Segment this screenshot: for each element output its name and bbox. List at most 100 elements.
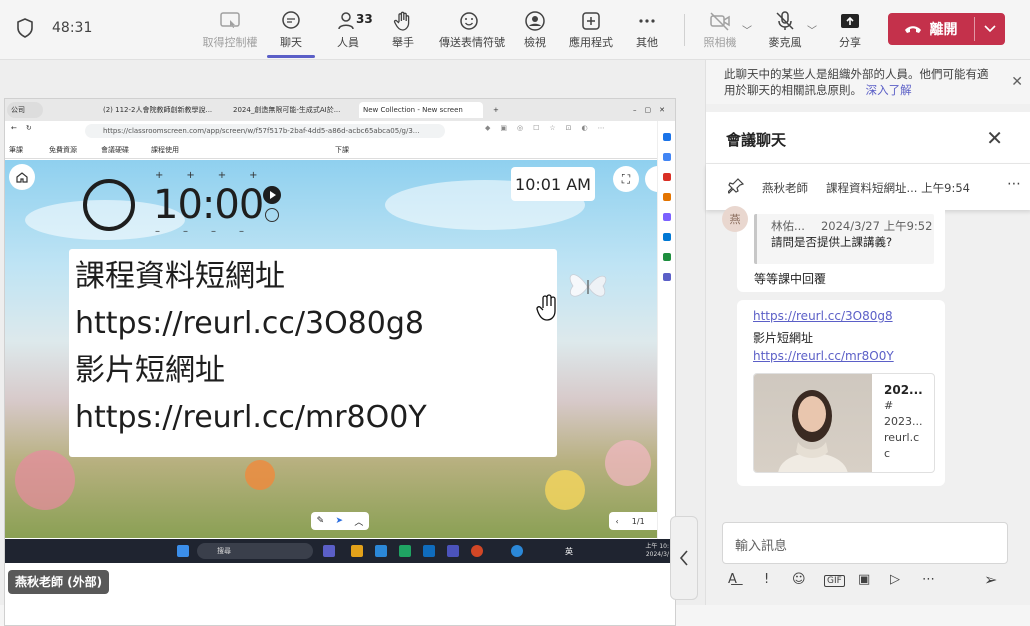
external-notice-banner: 此聊天中的某些人是組織外部的人員。他們可能有適用於聊天的相關訊息原則。 深入了解… xyxy=(706,60,1030,104)
close-chat-icon[interactable]: ✕ xyxy=(986,126,1003,150)
sticker-icon[interactable]: ▣ xyxy=(858,572,870,587)
folder-taskbar-icon[interactable] xyxy=(351,545,363,557)
mic-options-chevron-icon[interactable]: ﹀ xyxy=(807,22,817,37)
share-button[interactable]: 分享 xyxy=(820,8,880,54)
chat-button[interactable]: 聊天 xyxy=(261,8,321,58)
ellipsis-icon xyxy=(639,19,655,23)
view-button[interactable]: 檢視 xyxy=(505,8,565,54)
pinned-more-icon[interactable]: ⋯ xyxy=(1007,176,1021,192)
more-button[interactable]: 其他 xyxy=(617,8,677,54)
hand-cursor-icon xyxy=(536,294,556,321)
reactions-button[interactable]: 傳送表情符號 xyxy=(439,8,505,54)
bookmark-item[interactable]: 課程使用 xyxy=(151,145,179,155)
camera-button[interactable]: 照相機 xyxy=(690,8,750,54)
format-icon[interactable]: A͟ xyxy=(728,572,737,587)
browser-window: 公司 (2) 112-2人會院教師創新教學說... 2024_創造無限可能-生成… xyxy=(4,98,676,626)
collapse-panel-button[interactable] xyxy=(670,516,698,600)
bookmark-item[interactable]: 會議硬碟 xyxy=(101,145,129,155)
message-link[interactable]: https://reurl.cc/mr8O0Y xyxy=(753,349,894,363)
leave-options-chevron-icon[interactable] xyxy=(976,13,1004,45)
text-line: https://reurl.cc/mr8O0Y xyxy=(75,400,427,435)
chat-message-links[interactable]: https://reurl.cc/3O80g8 影片短網址 https://re… xyxy=(737,300,945,486)
teams-active-taskbar-icon[interactable] xyxy=(447,545,459,557)
new-tab-icon[interactable]: + xyxy=(489,102,503,118)
take-control-button[interactable]: 取得控制權 xyxy=(200,8,260,54)
avatar: 燕 xyxy=(722,206,748,232)
pinned-message[interactable]: 燕秋老師 課程資料短網址... 上午9:54 ⋯ xyxy=(706,164,1030,210)
browser-tab-active[interactable]: New Collection - New screen xyxy=(359,102,483,118)
raise-hand-button[interactable]: 舉手 xyxy=(373,8,433,54)
app-taskbar-icon[interactable] xyxy=(375,545,387,557)
home-button[interactable] xyxy=(9,164,35,190)
browser-tab[interactable]: (2) 112-2人會院教師創新教學說... xyxy=(99,102,223,118)
text-line: 課程資料短網址 xyxy=(75,259,285,294)
profile-tab[interactable]: 公司 xyxy=(7,102,43,118)
more-options-icon[interactable]: ⋯ xyxy=(922,572,935,587)
classroomscreen-page: ++++ 10:00 –––– 10:01 AM ⛶ ⋮ 課程資料短網址 htt… xyxy=(5,160,657,538)
leave-main[interactable]: 離開 xyxy=(888,13,973,45)
fullscreen-icon[interactable]: ⛶ xyxy=(613,166,639,192)
apps-button[interactable]: 應用程式 xyxy=(561,8,621,54)
text-widget: 課程資料短網址 https://reurl.cc/3O80g8 影片短網址 ht… xyxy=(69,249,557,457)
stop-icon[interactable] xyxy=(265,208,279,222)
toolbar-divider xyxy=(684,14,685,46)
onedrive-tray-icon[interactable] xyxy=(511,545,523,557)
chrome-taskbar-icon[interactable] xyxy=(471,545,483,557)
bookmark-item[interactable]: 免費資源 xyxy=(49,145,77,155)
loop-icon[interactable]: ▷ xyxy=(890,572,900,587)
mic-button[interactable]: 麥克風 xyxy=(755,8,815,54)
browser-tab-bar: 公司 (2) 112-2人會院教師創新教學說... 2024_創造無限可能-生成… xyxy=(5,99,675,121)
address-bar[interactable]: https://classroomscreen.com/app/screen/w… xyxy=(85,124,445,138)
text-line: https://reurl.cc/3O80g8 xyxy=(75,306,424,341)
clock-widget: 10:01 AM xyxy=(511,167,595,201)
people-button[interactable]: 33 人員 xyxy=(318,8,378,54)
more-vertical-icon[interactable]: ⋮ xyxy=(645,166,657,192)
add-app-icon xyxy=(582,12,600,30)
message-link[interactable]: https://reurl.cc/3O80g8 xyxy=(753,309,893,323)
hand-icon xyxy=(393,11,410,31)
draw-toolbar[interactable]: ✎ ➤ ︿ xyxy=(311,512,369,530)
start-icon[interactable] xyxy=(177,545,189,557)
compose-toolbar: A͟ ! ☺ GIF ▣ ▷ ⋯ ➢ xyxy=(722,570,1012,594)
learn-more-link[interactable]: 深入了解 xyxy=(866,83,912,97)
bookmark-item[interactable]: 筆課 xyxy=(9,145,23,155)
message-input[interactable]: 輸入訊息 xyxy=(722,522,1008,564)
input-language[interactable]: 英 xyxy=(565,546,573,557)
close-icon[interactable]: ✕ xyxy=(1011,74,1023,90)
important-icon[interactable]: ! xyxy=(764,572,769,587)
extension-icons[interactable]: ◆▣◎☐☆⊡◐⋯ xyxy=(485,124,615,132)
pen-icon[interactable]: ✎ xyxy=(317,516,325,526)
link-preview-card[interactable]: 202... # 2023... reurl.c c xyxy=(753,373,935,473)
gif-icon[interactable]: GIF xyxy=(824,575,845,587)
screen-control-icon xyxy=(220,12,240,28)
timer-increment-icons[interactable]: ++++ xyxy=(155,170,281,181)
camera-options-chevron-icon[interactable]: ﹀ xyxy=(742,22,752,37)
meeting-timer: 48:31 xyxy=(52,20,93,36)
leave-button[interactable]: 離開 xyxy=(888,13,1005,45)
emoji-icon[interactable]: ☺ xyxy=(792,572,806,587)
timer-decrement-icons[interactable]: –––– xyxy=(155,226,267,237)
meeting-toolbar: 48:31 取得控制權 聊天 33 人員 舉手 傳送表情符號 檢視 應用程式 其… xyxy=(0,0,1030,60)
pointer-icon[interactable]: ➤ xyxy=(335,516,343,526)
bookmarks-bar: 筆課 免費資源 會議硬碟 課程使用 下課 xyxy=(5,141,675,159)
quoted-message[interactable]: 林佑... 2024/3/27 上午9:52 請問是否提供上課講義? xyxy=(754,214,934,264)
window-controls[interactable]: –▢✕ xyxy=(629,102,677,118)
page-indicator: 1/1 xyxy=(631,516,645,526)
teams-taskbar-icon[interactable] xyxy=(323,545,335,557)
nav-arrows-icon[interactable]: ←↻ xyxy=(11,124,41,132)
butterfly-image xyxy=(569,274,607,297)
chat-header: 會議聊天 ✕ xyxy=(706,112,1030,164)
taskbar-search[interactable]: 搜尋 xyxy=(197,543,313,559)
bookmark-item[interactable]: 下課 xyxy=(335,145,349,155)
browser-tab[interactable]: 2024_創造無限可能-生成式AI於... xyxy=(229,102,353,118)
taskbar-clock[interactable]: 上午 10: 2024/3/ xyxy=(645,543,669,559)
prev-page-icon[interactable]: ‹ xyxy=(616,517,619,526)
view-icon xyxy=(525,11,545,31)
edge-taskbar-icon[interactable] xyxy=(399,545,411,557)
camera-off-icon xyxy=(710,12,730,31)
chevron-up-icon[interactable]: ︿ xyxy=(354,515,363,528)
play-icon[interactable] xyxy=(263,186,281,204)
send-icon[interactable]: ➢ xyxy=(984,570,997,589)
message-text: 等等課中回覆 xyxy=(754,272,827,286)
outlook-taskbar-icon[interactable] xyxy=(423,545,435,557)
